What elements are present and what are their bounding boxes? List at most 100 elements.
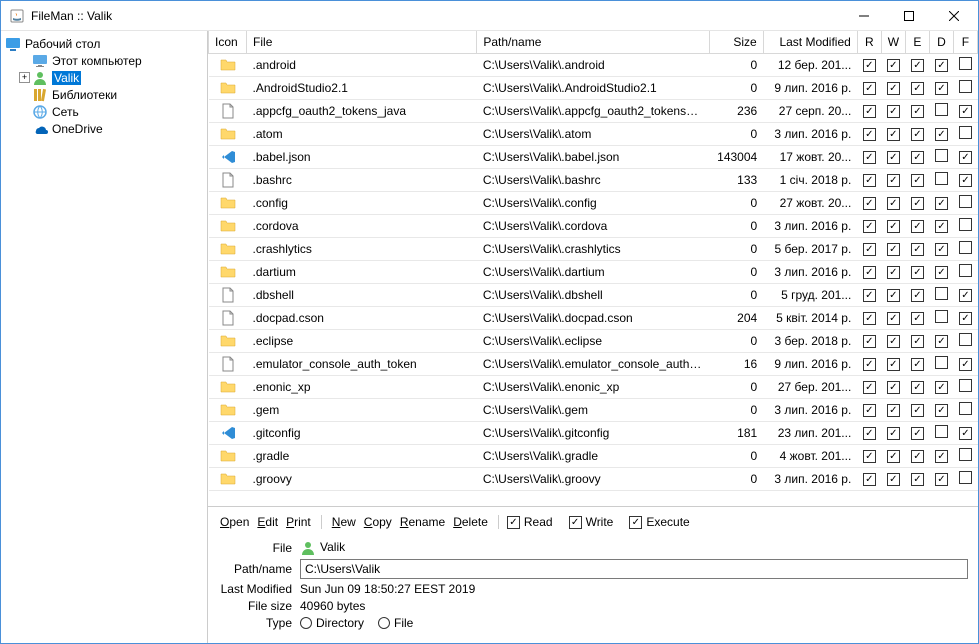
table-row[interactable]: .appcfg_oauth2_tokens_javaC:\Users\Valik…: [209, 99, 978, 122]
checkbox-icon[interactable]: [911, 473, 924, 486]
tree-item[interactable]: Библиотеки: [1, 86, 207, 103]
col-e[interactable]: E: [905, 31, 929, 53]
folder-tree[interactable]: Рабочий стол Этот компьютер + Valik Библ…: [1, 31, 208, 643]
cmd-open[interactable]: Open: [218, 515, 251, 529]
table-row[interactable]: .emulator_console_auth_tokenC:\Users\Val…: [209, 352, 978, 375]
checkbox-icon[interactable]: [887, 335, 900, 348]
checkbox-icon[interactable]: [935, 381, 948, 394]
checkbox-icon[interactable]: [887, 243, 900, 256]
checkbox-icon[interactable]: [959, 471, 972, 484]
checkbox-icon[interactable]: [959, 264, 972, 277]
checkbox-icon[interactable]: [959, 241, 972, 254]
checkbox-icon[interactable]: [911, 427, 924, 440]
checkbox-icon[interactable]: [959, 80, 972, 93]
checkbox-icon[interactable]: [863, 174, 876, 187]
checkbox-icon[interactable]: [959, 379, 972, 392]
checkbox-icon[interactable]: [935, 425, 948, 438]
checkbox-icon[interactable]: [887, 128, 900, 141]
col-path[interactable]: Path/name: [477, 31, 709, 53]
checkbox-icon[interactable]: [887, 220, 900, 233]
perm-execute-checkbox[interactable]: Execute: [629, 515, 689, 529]
checkbox-icon[interactable]: [887, 312, 900, 325]
table-row[interactable]: .androidC:\Users\Valik\.android012 бер. …: [209, 53, 978, 76]
table-row[interactable]: .bashrcC:\Users\Valik\.bashrc1331 січ. 2…: [209, 168, 978, 191]
cmd-copy[interactable]: Copy: [362, 515, 394, 529]
checkbox-icon[interactable]: [887, 105, 900, 118]
col-size[interactable]: Size: [709, 31, 763, 53]
maximize-button[interactable]: [886, 1, 931, 30]
checkbox-icon[interactable]: [911, 197, 924, 210]
checkbox-icon[interactable]: [959, 105, 972, 118]
checkbox-icon[interactable]: [863, 220, 876, 233]
checkbox-icon[interactable]: [935, 335, 948, 348]
checkbox-icon[interactable]: [863, 128, 876, 141]
checkbox-icon[interactable]: [959, 333, 972, 346]
table-row[interactable]: .eclipseC:\Users\Valik\.eclipse03 бер. 2…: [209, 329, 978, 352]
table-row[interactable]: .cordovaC:\Users\Valik\.cordova03 лип. 2…: [209, 214, 978, 237]
checkbox-icon[interactable]: [887, 450, 900, 463]
checkbox-icon[interactable]: [959, 427, 972, 440]
checkbox-icon[interactable]: [887, 358, 900, 371]
perm-read-checkbox[interactable]: Read: [507, 515, 553, 529]
col-f[interactable]: F: [953, 31, 977, 53]
checkbox-icon[interactable]: [863, 358, 876, 371]
table-row[interactable]: .gradleC:\Users\Valik\.gradle04 жовт. 20…: [209, 444, 978, 467]
path-input[interactable]: [300, 559, 968, 579]
checkbox-icon[interactable]: [863, 82, 876, 95]
checkbox-icon[interactable]: [935, 473, 948, 486]
checkbox-icon[interactable]: [935, 103, 948, 116]
checkbox-icon[interactable]: [935, 356, 948, 369]
checkbox-icon[interactable]: [959, 57, 972, 70]
table-row[interactable]: .dbshellC:\Users\Valik\.dbshell05 груд. …: [209, 283, 978, 306]
checkbox-icon[interactable]: [863, 427, 876, 440]
col-d[interactable]: D: [929, 31, 953, 53]
checkbox-icon[interactable]: [935, 128, 948, 141]
radio-directory[interactable]: Directory: [300, 616, 364, 630]
checkbox-icon[interactable]: [911, 404, 924, 417]
cmd-delete[interactable]: Delete: [451, 515, 490, 529]
checkbox-icon[interactable]: [911, 82, 924, 95]
table-row[interactable]: .groovyC:\Users\Valik\.groovy03 лип. 201…: [209, 467, 978, 490]
cmd-edit[interactable]: Edit: [255, 515, 280, 529]
checkbox-icon[interactable]: [935, 266, 948, 279]
tree-root[interactable]: Рабочий стол: [1, 35, 207, 52]
table-row[interactable]: .AndroidStudio2.1C:\Users\Valik\.Android…: [209, 76, 978, 99]
radio-file[interactable]: File: [378, 616, 413, 630]
checkbox-icon[interactable]: [887, 289, 900, 302]
checkbox-icon[interactable]: [863, 381, 876, 394]
checkbox-icon[interactable]: [959, 151, 972, 164]
table-row[interactable]: .gitconfigC:\Users\Valik\.gitconfig18123…: [209, 421, 978, 444]
col-r[interactable]: R: [857, 31, 881, 53]
table-row[interactable]: .crashlyticsC:\Users\Valik\.crashlytics0…: [209, 237, 978, 260]
checkbox-icon[interactable]: [959, 358, 972, 371]
checkbox-icon[interactable]: [911, 243, 924, 256]
checkbox-icon[interactable]: [959, 312, 972, 325]
cmd-new[interactable]: New: [330, 515, 358, 529]
checkbox-icon[interactable]: [887, 473, 900, 486]
checkbox-icon[interactable]: [935, 197, 948, 210]
minimize-button[interactable]: [841, 1, 886, 30]
cmd-print[interactable]: Print: [284, 515, 313, 529]
checkbox-icon[interactable]: [959, 218, 972, 231]
tree-item[interactable]: Этот компьютер: [1, 52, 207, 69]
checkbox-icon[interactable]: [935, 450, 948, 463]
checkbox-icon[interactable]: [935, 59, 948, 72]
checkbox-icon[interactable]: [959, 195, 972, 208]
table-row[interactable]: .dartiumC:\Users\Valik\.dartium03 лип. 2…: [209, 260, 978, 283]
checkbox-icon[interactable]: [959, 174, 972, 187]
checkbox-icon[interactable]: [911, 289, 924, 302]
checkbox-icon[interactable]: [863, 243, 876, 256]
checkbox-icon[interactable]: [887, 197, 900, 210]
table-row[interactable]: .babel.jsonC:\Users\Valik\.babel.json143…: [209, 145, 978, 168]
col-modified[interactable]: Last Modified: [763, 31, 857, 53]
table-row[interactable]: .docpad.csonC:\Users\Valik\.docpad.cson2…: [209, 306, 978, 329]
checkbox-icon[interactable]: [887, 266, 900, 279]
checkbox-icon[interactable]: [935, 287, 948, 300]
perm-write-checkbox[interactable]: Write: [569, 515, 614, 529]
checkbox-icon[interactable]: [911, 105, 924, 118]
tree-item[interactable]: OneDrive: [1, 120, 207, 137]
checkbox-icon[interactable]: [911, 335, 924, 348]
checkbox-icon[interactable]: [911, 128, 924, 141]
checkbox-icon[interactable]: [911, 381, 924, 394]
checkbox-icon[interactable]: [863, 266, 876, 279]
